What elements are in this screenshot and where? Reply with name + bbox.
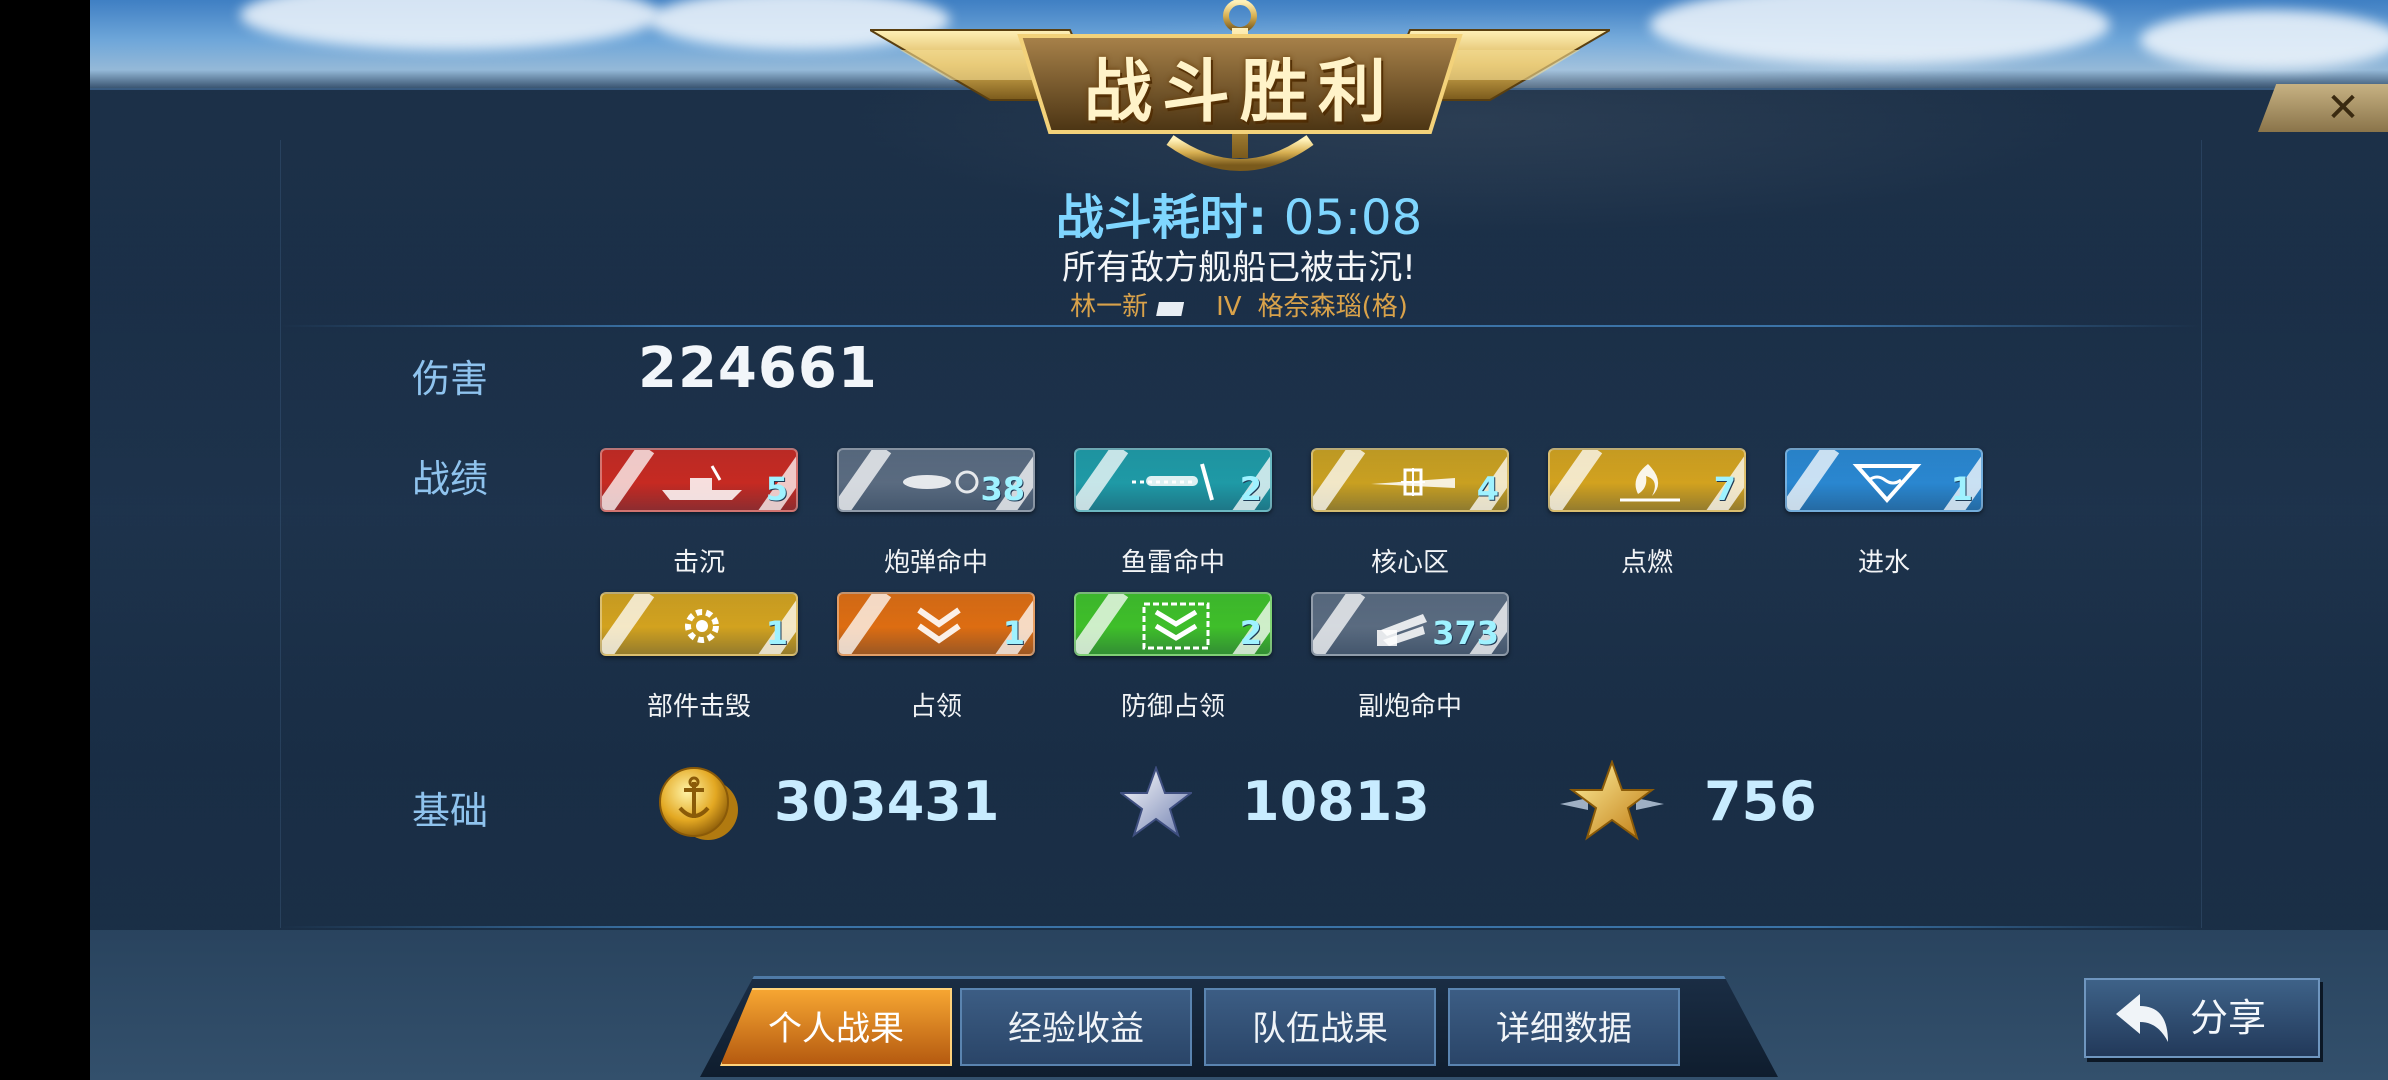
flooding-icon bbox=[1852, 464, 1922, 504]
medal-count: 2 bbox=[1239, 470, 1262, 508]
medal-plate: 1 bbox=[600, 592, 798, 656]
share-label[interactable]: 分享 bbox=[2190, 980, 2266, 1056]
medal-stripe bbox=[602, 594, 655, 654]
medal-count: 38 bbox=[980, 470, 1025, 508]
achievement-medal: 1 bbox=[837, 592, 1035, 656]
tab-exp-earnings[interactable]: 经验收益 bbox=[960, 988, 1192, 1066]
share-button[interactable]: 分享 bbox=[2084, 978, 2320, 1058]
ship-info: 林一新 IV 格奈森瑙(格) bbox=[90, 286, 2388, 323]
medal-plate: 1 bbox=[1785, 448, 1983, 512]
ship-name: 格奈森瑙(格) bbox=[1257, 292, 1408, 322]
medal-count: 7 bbox=[1713, 470, 1736, 508]
achievement-label: 防御占领 bbox=[1120, 692, 1225, 722]
cloud bbox=[1650, 0, 2110, 65]
coin-value: 303431 bbox=[774, 770, 1000, 833]
damage-value: 224661 bbox=[638, 336, 878, 401]
achievement-medal: 38 bbox=[837, 448, 1035, 512]
exp-value: 10813 bbox=[1242, 770, 1430, 833]
medal-plate: 4 bbox=[1311, 448, 1509, 512]
medal-stripe bbox=[1313, 594, 1366, 654]
tab-detailed-data[interactable]: 详细数据 bbox=[1448, 988, 1680, 1066]
coin-icon bbox=[659, 767, 738, 840]
battle-time-label: 战斗耗时: bbox=[1055, 190, 1268, 246]
close-icon[interactable]: ✕ bbox=[2326, 85, 2360, 131]
achievement-label: 鱼雷命中 bbox=[1120, 548, 1225, 578]
citadel-icon bbox=[1371, 468, 1455, 496]
medal-stripe bbox=[1313, 450, 1366, 510]
achievement-medal: 7 bbox=[1548, 448, 1746, 512]
cloud bbox=[240, 0, 660, 50]
share-arrow-icon[interactable] bbox=[2112, 992, 2172, 1044]
achievement-label: 部件击毁 bbox=[646, 692, 751, 722]
medal-plate: 2 bbox=[1074, 448, 1272, 512]
medal-count: 1 bbox=[765, 614, 788, 652]
medal-stripe bbox=[602, 450, 655, 510]
nation-flag-icon bbox=[1156, 302, 1185, 316]
exp-star-icon bbox=[1120, 766, 1192, 838]
medal-plate: 38 bbox=[837, 448, 1035, 512]
base-label: 基础 bbox=[412, 789, 489, 833]
medal-count: 4 bbox=[1476, 470, 1499, 508]
gear-icon bbox=[685, 609, 719, 643]
achievement-label: 进水 bbox=[1857, 548, 1910, 578]
tab-team-results[interactable]: 队伍战果 bbox=[1204, 988, 1436, 1066]
medal-plate: 2 bbox=[1074, 592, 1272, 656]
close-button[interactable]: ✕ bbox=[2258, 84, 2388, 132]
tab-personal-results[interactable]: 个人战果 bbox=[720, 988, 952, 1066]
achievement-medal: 5 bbox=[600, 448, 798, 512]
medal-stripe bbox=[1787, 450, 1840, 510]
achievement-label: 副炮命中 bbox=[1357, 692, 1462, 722]
bottom-divider bbox=[280, 926, 2200, 928]
achievement-medal: 373 bbox=[1311, 592, 1509, 656]
medal-plate: 373 bbox=[1311, 592, 1509, 656]
top-divider bbox=[280, 325, 2200, 327]
medal-count: 1 bbox=[1950, 470, 1973, 508]
achievements-label: 战绩 bbox=[412, 457, 489, 501]
ship-sunk-icon bbox=[662, 465, 742, 500]
medal-plate: 5 bbox=[600, 448, 798, 512]
medal-count: 5 bbox=[765, 470, 788, 508]
battle-time-value: 05:08 bbox=[1283, 190, 1423, 246]
cloud bbox=[2140, 10, 2388, 70]
shell-hit-icon bbox=[903, 470, 979, 494]
battle-time: 战斗耗时: 05:08 bbox=[90, 178, 2388, 248]
medal-count: 1 bbox=[1002, 614, 1025, 652]
victory-title: 战斗胜利 bbox=[1083, 52, 1396, 132]
achievement-medal: 2 bbox=[1074, 448, 1272, 512]
medal-plate: 1 bbox=[837, 592, 1035, 656]
ship-tier: IV bbox=[1216, 292, 1242, 322]
medal-stripe bbox=[839, 594, 892, 654]
medal-stripe bbox=[1076, 594, 1129, 654]
result-message: 所有敌方舰船已被击沉! bbox=[1062, 248, 1416, 288]
achievement-medal: 2 bbox=[1074, 592, 1272, 656]
medal-stripe bbox=[1076, 450, 1129, 510]
achievement-label: 占领 bbox=[909, 692, 962, 722]
torpedo-hit-icon bbox=[1132, 463, 1214, 501]
achievement-label: 炮弹命中 bbox=[883, 548, 988, 578]
capture-chevron-icon bbox=[917, 607, 961, 644]
medal-count: 373 bbox=[1432, 614, 1499, 652]
defend-chevron-icon bbox=[1142, 602, 1210, 650]
medal-stripe bbox=[1550, 450, 1603, 510]
achievement-label: 点燃 bbox=[1620, 548, 1673, 578]
victory-emblem: 战斗胜利 bbox=[866, 0, 1614, 180]
achievement-label: 核心区 bbox=[1370, 548, 1449, 578]
medal-count: 2 bbox=[1239, 614, 1262, 652]
medal-plate: 7 bbox=[1548, 448, 1746, 512]
achievement-label: 击沉 bbox=[672, 548, 725, 578]
game-screen: 战斗胜利 ✕ 战斗耗时: 05:08 所有敌方舰船已被击沉! 林一新 IV 格奈森瑙… bbox=[90, 0, 2388, 1080]
captain-exp-value: 756 bbox=[1704, 770, 1817, 833]
player-name: 林一新 bbox=[1070, 292, 1149, 322]
fire-icon bbox=[1620, 464, 1680, 502]
achievement-medal: 1 bbox=[1785, 448, 1983, 512]
captain-exp-icon bbox=[1560, 760, 1664, 841]
damage-label: 伤害 bbox=[412, 357, 489, 401]
achievement-medal: 4 bbox=[1311, 448, 1509, 512]
medal-stripe bbox=[839, 450, 892, 510]
achievement-medal: 1 bbox=[600, 592, 798, 656]
